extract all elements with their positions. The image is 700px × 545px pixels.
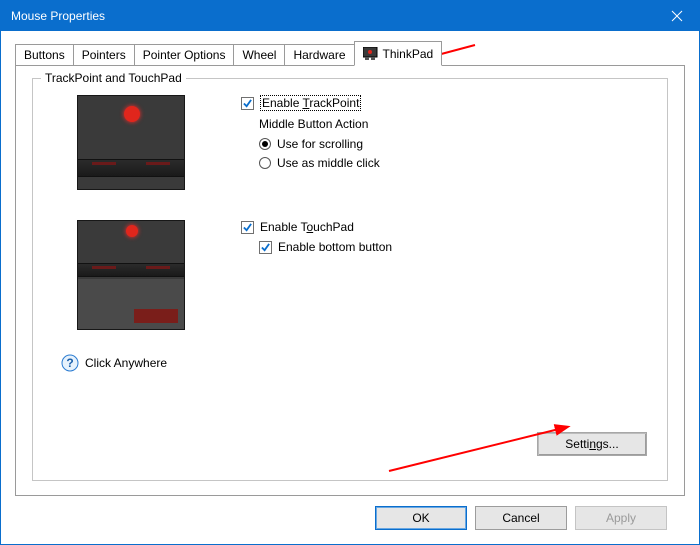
group-title: TrackPoint and TouchPad bbox=[41, 71, 186, 85]
middle-button-action-label: Middle Button Action bbox=[259, 117, 655, 131]
tab-strip: Buttons Pointers Pointer Options Wheel H… bbox=[15, 41, 685, 66]
titlebar: Mouse Properties bbox=[1, 1, 699, 31]
radio-off-icon bbox=[259, 157, 271, 169]
svg-text:?: ? bbox=[66, 356, 73, 370]
tab-thinkpad[interactable]: ThinkPad bbox=[354, 41, 443, 66]
checkbox-icon bbox=[241, 221, 254, 234]
touchpad-row: Enable TouchPad Enable bottom button bbox=[45, 220, 655, 330]
mouse-properties-dialog: Mouse Properties Buttons Pointers Pointe… bbox=[0, 0, 700, 545]
tab-panel-thinkpad: TrackPoint and TouchPad bbox=[15, 65, 685, 496]
dialog-button-bar: OK Cancel Apply bbox=[15, 496, 685, 544]
enable-bottom-button-label: Enable bottom button bbox=[278, 240, 392, 254]
enable-touchpad-label: Enable TouchPad bbox=[260, 220, 354, 234]
trackpoint-preview bbox=[77, 95, 185, 190]
radio-on-icon bbox=[259, 138, 271, 150]
checkbox-icon bbox=[241, 97, 254, 110]
tab-hardware[interactable]: Hardware bbox=[284, 44, 354, 66]
enable-trackpoint-label: Enable TrackPoint bbox=[260, 95, 361, 111]
radio-use-scrolling[interactable]: Use for scrolling bbox=[259, 137, 655, 151]
dialog-content: Buttons Pointers Pointer Options Wheel H… bbox=[1, 31, 699, 544]
touchpad-preview bbox=[77, 220, 185, 330]
apply-button: Apply bbox=[575, 506, 667, 530]
enable-touchpad-checkbox[interactable]: Enable TouchPad bbox=[241, 220, 655, 234]
thinkpad-icon bbox=[363, 47, 379, 61]
trackpoint-touchpad-group: TrackPoint and TouchPad bbox=[32, 78, 668, 481]
cancel-button[interactable]: Cancel bbox=[475, 506, 567, 530]
tab-pointers[interactable]: Pointers bbox=[73, 44, 135, 66]
radio-use-middle-click[interactable]: Use as middle click bbox=[259, 156, 655, 170]
tab-pointer-options[interactable]: Pointer Options bbox=[134, 44, 235, 66]
enable-bottom-button-checkbox[interactable]: Enable bottom button bbox=[259, 240, 655, 254]
window-title: Mouse Properties bbox=[11, 9, 654, 23]
close-button[interactable] bbox=[654, 1, 699, 31]
trackpoint-row: Enable TrackPoint Middle Button Action U… bbox=[45, 95, 655, 190]
close-icon bbox=[671, 10, 683, 22]
checkbox-icon bbox=[259, 241, 272, 254]
tab-buttons[interactable]: Buttons bbox=[15, 44, 74, 66]
tab-wheel[interactable]: Wheel bbox=[233, 44, 285, 66]
click-anywhere-link[interactable]: ? Click Anywhere bbox=[61, 354, 655, 372]
help-icon: ? bbox=[61, 354, 79, 372]
ok-button[interactable]: OK bbox=[375, 506, 467, 530]
enable-trackpoint-checkbox[interactable]: Enable TrackPoint bbox=[241, 95, 655, 111]
settings-button[interactable]: Settings... bbox=[537, 432, 647, 456]
